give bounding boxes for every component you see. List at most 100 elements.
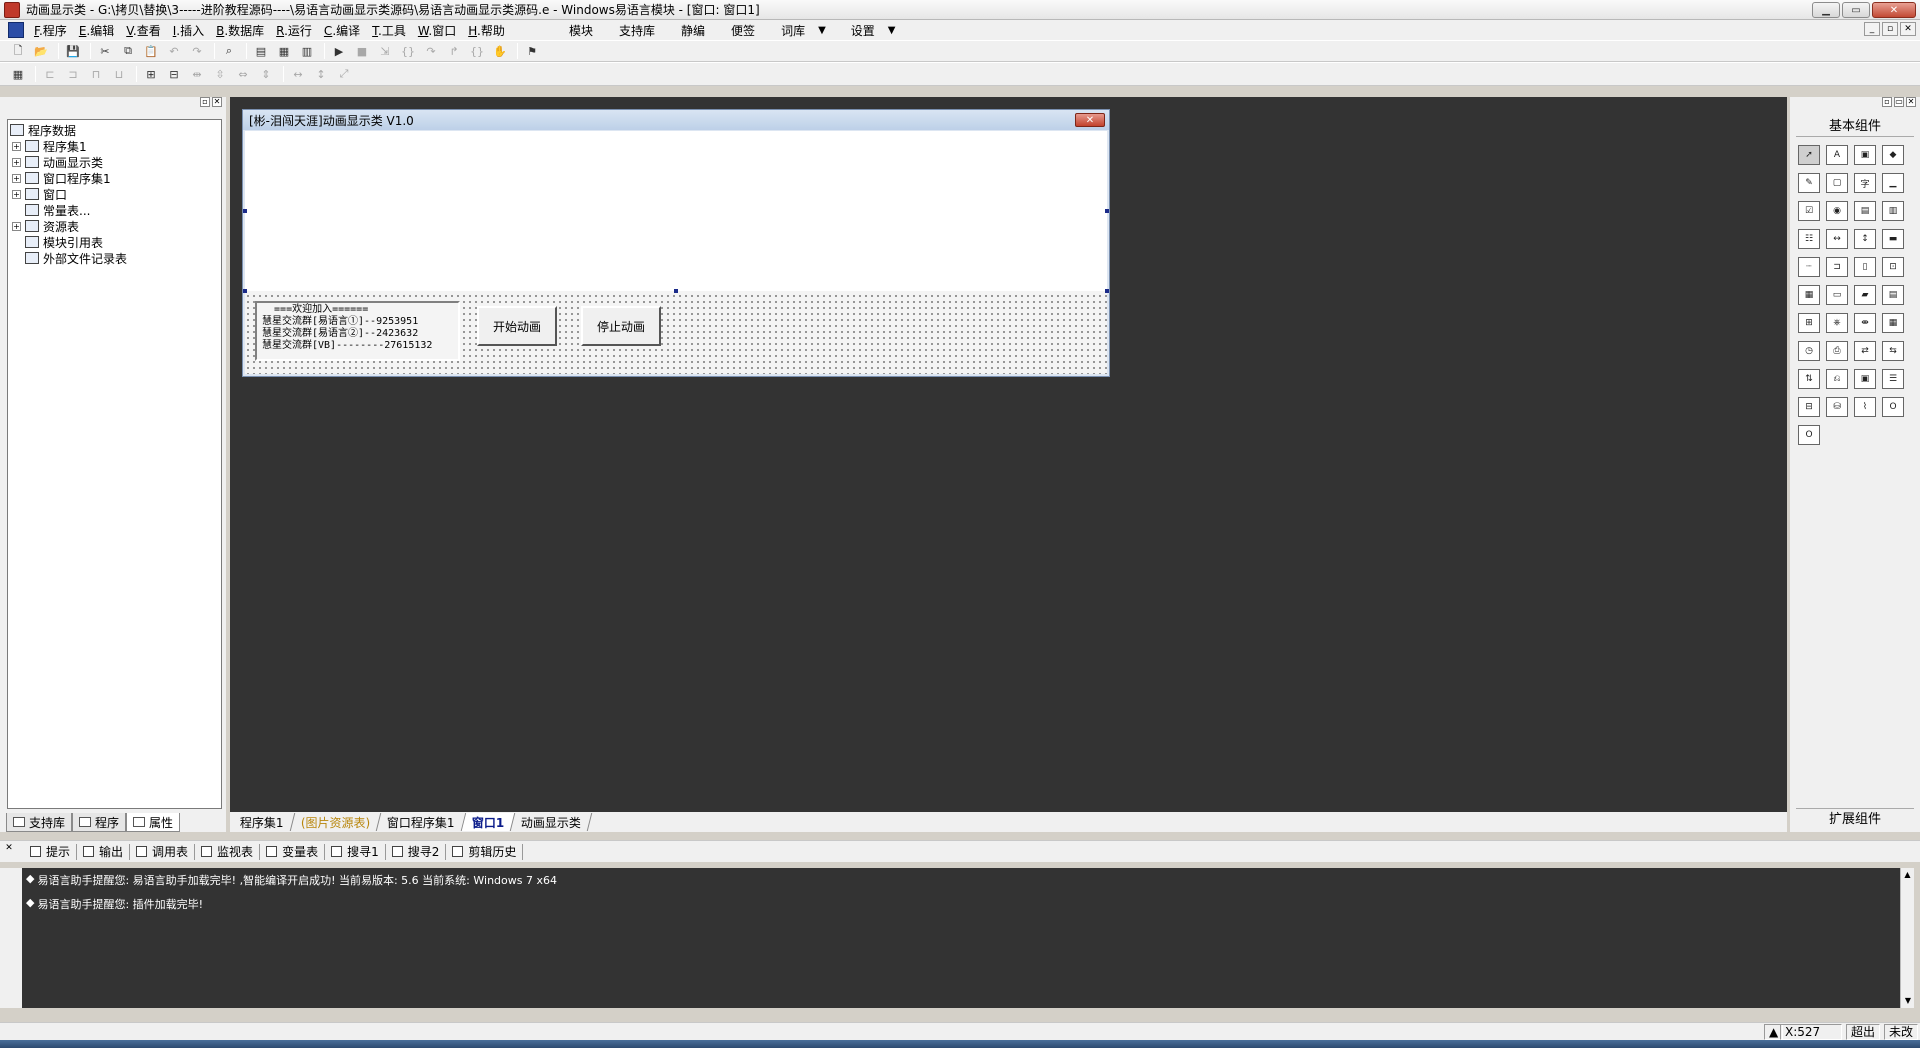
tree-item[interactable]: 外部文件记录表 <box>10 250 221 266</box>
hand-icon[interactable]: ✋ <box>490 42 510 60</box>
grid-table-icon[interactable]: ☰ <box>1882 369 1904 389</box>
shape-icon[interactable]: ◆ <box>1882 145 1904 165</box>
mdi-close-icon[interactable]: ✕ <box>1900 22 1916 36</box>
menu-module[interactable]: 模块 <box>556 22 606 39</box>
tree-item[interactable]: + 资源表 <box>10 218 221 234</box>
tree-icon[interactable]: ⊞ <box>1798 313 1820 333</box>
picture-box-icon[interactable]: ▣ <box>1854 145 1876 165</box>
info-label[interactable]: ===欢迎加入====== 慧星交流群[易语言①]--9253951 慧星交流群… <box>255 301 460 361</box>
folder-icon[interactable]: ▰ <box>1854 285 1876 305</box>
tree-item[interactable]: + 窗口 <box>10 186 221 202</box>
list-box-icon[interactable]: ▥ <box>1882 201 1904 221</box>
form-canvas[interactable]: ===欢迎加入====== 慧星交流群[易语言①]--9253951 慧星交流群… <box>243 131 1109 374</box>
run-icon[interactable]: ▶ <box>329 42 349 60</box>
tab-output[interactable]: 输出 <box>77 843 131 860</box>
lexicon-dropdown-icon[interactable]: ▼ <box>818 25 838 36</box>
layout-left-icon[interactable]: ▤ <box>251 42 271 60</box>
copy-icon[interactable]: ⧉ <box>118 42 138 60</box>
paste-icon[interactable]: 📋 <box>141 42 161 60</box>
helper-icon[interactable]: ⚑ <box>522 42 542 60</box>
tab-program[interactable]: 程序 <box>72 813 127 832</box>
find-icon[interactable]: ⌕ <box>219 42 239 60</box>
db-connect-icon[interactable]: ⛁ <box>1826 397 1848 417</box>
undo-icon[interactable]: ↶ <box>164 42 184 60</box>
redo-icon[interactable]: ↷ <box>187 42 207 60</box>
cut-icon[interactable]: ✂ <box>95 42 115 60</box>
grid-icon[interactable]: ▦ <box>8 65 28 83</box>
align-top-icon[interactable]: ⊓ <box>86 65 106 83</box>
resize-handle[interactable] <box>674 289 678 293</box>
close-button[interactable]: ✕ <box>1872 2 1916 18</box>
design-window[interactable]: [彬-泪闯天涯]动画显示类 V1.0 ✕ ===欢迎加入====== 慧星交流群… <box>242 109 1110 377</box>
step-into-icon[interactable]: {} <box>398 42 418 60</box>
scroll-up-icon[interactable]: ▲ <box>1901 868 1914 882</box>
design-close-icon[interactable]: ✕ <box>1075 113 1105 127</box>
frame-icon[interactable]: ▣ <box>1854 369 1876 389</box>
panel-close-icon[interactable]: ✕ <box>212 97 222 107</box>
tab-image-resources[interactable]: (图片资源表) <box>290 813 382 831</box>
network-icon[interactable]: ⎈ <box>1826 313 1848 333</box>
chart-icon[interactable]: ⌇ <box>1854 397 1876 417</box>
size-width-icon[interactable]: ↔ <box>288 65 308 83</box>
animation-canvas[interactable] <box>245 131 1107 291</box>
start-animation-button[interactable]: 开始动画 <box>477 306 557 346</box>
calendar-icon[interactable]: ▦ <box>1798 285 1820 305</box>
tree-item[interactable]: + 动画显示类 <box>10 154 221 170</box>
extended-components-header[interactable]: 扩展组件 <box>1796 808 1914 830</box>
size-both-icon[interactable]: ⤢ <box>334 65 354 83</box>
group-box-icon[interactable]: ▢ <box>1826 173 1848 193</box>
panel-close-icon[interactable]: ✕ <box>1906 97 1916 107</box>
tree-item[interactable]: + 程序集1 <box>10 138 221 154</box>
checkbox-icon[interactable]: ☑ <box>1798 201 1820 221</box>
center-v-icon[interactable]: ⊟ <box>164 65 184 83</box>
tab-hint[interactable]: 提示 <box>24 843 78 860</box>
save-icon[interactable]: 💾 <box>63 42 83 60</box>
space-v-icon[interactable]: ⇕ <box>256 65 276 83</box>
tab-control-icon[interactable]: ⊐ <box>1826 257 1848 277</box>
menu-static-compile[interactable]: 静编 <box>668 22 718 39</box>
step-icon[interactable]: ⇲ <box>375 42 395 60</box>
output-close-icon[interactable]: ✕ <box>4 844 14 854</box>
h-scrollbar-icon[interactable]: ↔ <box>1826 229 1848 249</box>
tree-item[interactable]: 程序数据 <box>10 122 221 138</box>
tab-animation-class[interactable]: 动画显示类 <box>510 813 593 831</box>
tab-window-1[interactable]: 窗口1 <box>461 813 516 831</box>
tab-support-lib[interactable]: 支持库 <box>6 813 73 832</box>
stop-animation-button[interactable]: 停止动画 <box>581 306 661 346</box>
menu-database[interactable]: B.数据库 <box>210 22 270 39</box>
resize-handle[interactable] <box>243 209 247 213</box>
panel-pin-icon[interactable]: ▫ <box>1882 97 1892 107</box>
panel-float-icon[interactable]: ▭ <box>1894 97 1904 107</box>
menu-insert[interactable]: I.插入 <box>167 22 210 39</box>
maximize-button[interactable]: ▭ <box>1842 2 1870 18</box>
menu-support-lib[interactable]: 支持库 <box>606 22 668 39</box>
center-h-icon[interactable]: ⊞ <box>141 65 161 83</box>
basic-components-header[interactable]: 基本组件 <box>1796 117 1914 137</box>
radio-icon[interactable]: ◉ <box>1826 201 1848 221</box>
align-bottom-icon[interactable]: ⊔ <box>109 65 129 83</box>
data-source-icon[interactable]: ⇄ <box>1854 341 1876 361</box>
new-file-icon[interactable]: 🗋 <box>8 42 28 60</box>
tree-item[interactable]: 模块引用表 <box>10 234 221 250</box>
stop-icon[interactable]: ■ <box>352 42 372 60</box>
edit-icon[interactable]: ▭ <box>1826 285 1848 305</box>
label-icon[interactable]: A <box>1826 145 1848 165</box>
tab-clip-history[interactable]: 剪辑历史 <box>446 843 524 860</box>
odbc-db-icon[interactable]: O <box>1798 425 1820 445</box>
mdi-restore-icon[interactable]: ▫ <box>1882 22 1898 36</box>
menu-program[interactable]: F.程序 <box>28 22 73 39</box>
same-width-icon[interactable]: ⇹ <box>187 65 207 83</box>
menu-view[interactable]: V.查看 <box>120 22 167 39</box>
splitter-icon[interactable]: ⇼ <box>1854 313 1876 333</box>
align-left-icon[interactable]: ⊏ <box>40 65 60 83</box>
menu-window[interactable]: W.窗口 <box>412 22 462 39</box>
timer-icon[interactable]: ◷ <box>1798 341 1820 361</box>
tab-watch[interactable]: 监视表 <box>195 843 261 860</box>
panel-pin-icon[interactable]: ▫ <box>200 97 210 107</box>
settings-dropdown-icon[interactable]: ▼ <box>888 25 908 36</box>
menu-edit[interactable]: E.编辑 <box>73 22 120 39</box>
expand-icon[interactable]: + <box>12 221 21 231</box>
status-bar-icon[interactable]: ▯ <box>1854 257 1876 277</box>
file-box-icon[interactable]: ▤ <box>1882 285 1904 305</box>
space-h-icon[interactable]: ⇔ <box>233 65 253 83</box>
